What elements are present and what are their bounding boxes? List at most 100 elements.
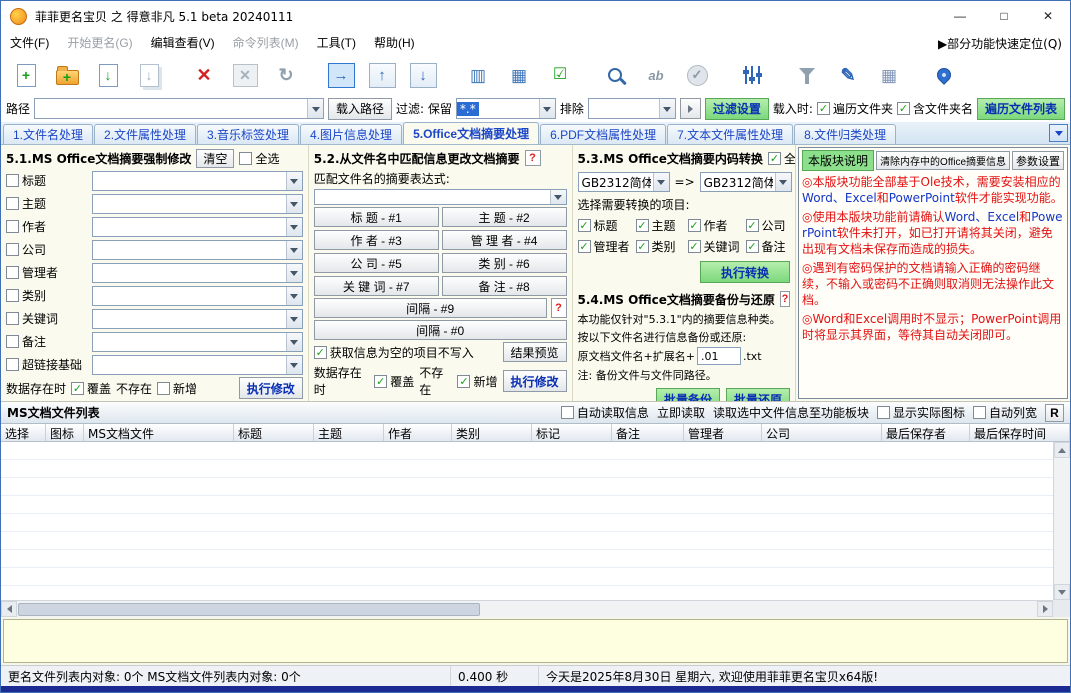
execute-modify-51-button[interactable]: 执行修改 [238, 377, 303, 399]
column-header-last-saved-time[interactable]: 最后保存时间 [970, 424, 1070, 441]
filter-settings-button[interactable]: 过滤设置 [704, 97, 769, 120]
token-category-button[interactable]: 类 别 - #6 [441, 253, 567, 273]
expression-combobox[interactable] [313, 189, 567, 205]
chevron-down-icon[interactable] [285, 309, 302, 328]
menu-command-list[interactable]: 命令列表(M) [224, 31, 308, 55]
tab-text-file-properties[interactable]: 7.文本文件属性处理 [667, 124, 794, 144]
field-author-combobox[interactable] [92, 216, 303, 237]
token-gap9-button[interactable]: 间隔 - #9 [313, 298, 547, 318]
column-layout-button[interactable]: ▥ [461, 59, 495, 91]
field-title-checkbox[interactable]: 标题 [6, 172, 88, 189]
filter-button[interactable] [790, 59, 824, 91]
add-52-checkbox[interactable]: 新增 [457, 373, 498, 390]
chevron-down-icon[interactable] [285, 286, 302, 305]
convert-comments-checkbox[interactable]: 备注 [745, 238, 791, 255]
column-header-file[interactable]: MS文档文件 [84, 424, 234, 441]
horizontal-scroll-thumb[interactable] [18, 602, 480, 616]
minimize-button[interactable]: — [938, 1, 982, 31]
convert-keywords-checkbox[interactable]: 关键词 [687, 238, 746, 255]
chevron-down-icon[interactable] [538, 99, 555, 118]
field-manager-checkbox[interactable]: 管理者 [6, 264, 88, 281]
close-button[interactable]: ✕ [1026, 1, 1070, 31]
token-author-button[interactable]: 作 者 - #3 [313, 230, 439, 250]
field-subject-combobox[interactable] [92, 193, 303, 214]
select-all-53-checkbox[interactable]: 全选 [767, 150, 795, 167]
token-gap0-button[interactable]: 间隔 - #0 [313, 320, 567, 340]
field-hyperlink-base-combobox[interactable] [92, 354, 303, 375]
tab-file-classify[interactable]: 8.文件归类处理 [794, 124, 897, 144]
table-layout-button[interactable]: ▦ [502, 59, 536, 91]
execute-convert-button[interactable]: 执行转换 [700, 261, 791, 283]
adjust-sliders-button[interactable] [735, 59, 769, 91]
field-company-checkbox[interactable]: 公司 [6, 241, 88, 258]
move-bottom-button[interactable]: ↓ [406, 59, 440, 91]
field-comments-checkbox[interactable]: 备注 [6, 333, 88, 350]
batch-restore-button[interactable]: 批量还原 [726, 388, 791, 401]
table-edit-button[interactable]: ▦ [872, 59, 906, 91]
chevron-down-icon[interactable] [285, 194, 302, 213]
convert-subject-checkbox[interactable]: 主题 [635, 217, 688, 234]
menu-start-rename[interactable]: 开始更名(G) [58, 31, 141, 55]
field-comments-combobox[interactable] [92, 331, 303, 352]
chevron-down-icon[interactable] [285, 355, 302, 374]
chevron-down-icon[interactable] [652, 173, 669, 191]
chevron-down-icon[interactable] [285, 171, 302, 190]
show-real-icons-checkbox[interactable]: 显示实际图标 [876, 404, 965, 421]
column-header-company[interactable]: 公司 [762, 424, 882, 441]
exclude-filter-combobox[interactable] [587, 98, 676, 119]
column-header-last-saved-by[interactable]: 最后保存者 [882, 424, 970, 441]
new-folder-button[interactable]: + [50, 59, 84, 91]
menu-tools[interactable]: 工具(T) [308, 31, 365, 55]
convert-company-checkbox[interactable]: 公司 [745, 217, 791, 234]
move-right-button[interactable]: → [324, 59, 358, 91]
refresh-button[interactable]: ↻ [269, 59, 303, 91]
column-header-select[interactable]: 选择 [1, 424, 46, 441]
to-encoding-combobox[interactable]: GB2312简体 [699, 172, 792, 192]
token-company-button[interactable]: 公 司 - #5 [313, 253, 439, 273]
vertical-scrollbar[interactable] [1053, 442, 1070, 600]
tab-file-attributes[interactable]: 2.文件属性处理 [94, 124, 197, 144]
read-selected-to-panel-button[interactable]: 读取选中文件信息至功能板块 [713, 404, 869, 421]
rename-edit-button[interactable]: ✎ [831, 59, 865, 91]
add-51-checkbox[interactable]: 新增 [157, 380, 197, 397]
column-header-title[interactable]: 标题 [234, 424, 314, 441]
chevron-down-icon[interactable] [285, 217, 302, 236]
save-list-button[interactable]: ↓ [132, 59, 166, 91]
gap9-help-button[interactable]: ? [550, 298, 567, 318]
check-list-button[interactable]: ☑ [543, 59, 577, 91]
scroll-down-button[interactable] [1054, 584, 1070, 600]
field-keywords-checkbox[interactable]: 关键词 [6, 310, 88, 327]
overwrite-52-checkbox[interactable]: 覆盖 [374, 373, 414, 390]
execute-modify-52-button[interactable]: 执行修改 [502, 370, 567, 392]
auto-read-info-checkbox[interactable]: 自动读取信息 [560, 404, 649, 421]
tab-office-summary[interactable]: 5.Office文档摘要处理 [403, 122, 540, 144]
token-comments-button[interactable]: 备 注 - #8 [441, 276, 567, 296]
scroll-left-button[interactable] [1, 601, 17, 617]
apply-filter-button[interactable] [679, 98, 701, 119]
convert-title-checkbox[interactable]: 标题 [577, 217, 636, 234]
traverse-file-list-button[interactable]: 遍历文件列表 [976, 97, 1065, 120]
chevron-down-icon[interactable] [549, 190, 566, 204]
delete-item-button[interactable]: ✕ [187, 59, 221, 91]
rename-preview-button[interactable]: ab [639, 59, 673, 91]
chevron-down-icon[interactable] [774, 173, 791, 191]
field-category-checkbox[interactable]: 类别 [6, 287, 88, 304]
auto-column-width-checkbox[interactable]: 自动列宽 [972, 404, 1037, 421]
apply-check-button[interactable]: ✓ [680, 59, 714, 91]
token-keywords-button[interactable]: 关 键 词 - #7 [313, 276, 439, 296]
column-header-icon[interactable]: 图标 [46, 424, 84, 441]
include-folder-name-checkbox[interactable]: 含文件夹名 [896, 100, 973, 117]
column-header-subject[interactable]: 主题 [314, 424, 384, 441]
reset-columns-button[interactable]: R [1045, 403, 1064, 422]
field-manager-combobox[interactable] [92, 262, 303, 283]
section-52-help-button[interactable]: ? [524, 150, 541, 166]
token-title-button[interactable]: 标 题 - #1 [313, 207, 439, 227]
token-manager-button[interactable]: 管 理 者 - #4 [441, 230, 567, 250]
load-list-button[interactable]: ↓ [91, 59, 125, 91]
tab-pdf-properties[interactable]: 6.PDF文档属性处理 [540, 124, 667, 144]
search-files-button[interactable] [598, 59, 632, 91]
menu-help[interactable]: 帮助(H) [365, 31, 424, 55]
read-now-button[interactable]: 立即读取 [657, 404, 705, 421]
path-combobox[interactable] [34, 98, 324, 119]
convert-category-checkbox[interactable]: 类别 [635, 238, 688, 255]
